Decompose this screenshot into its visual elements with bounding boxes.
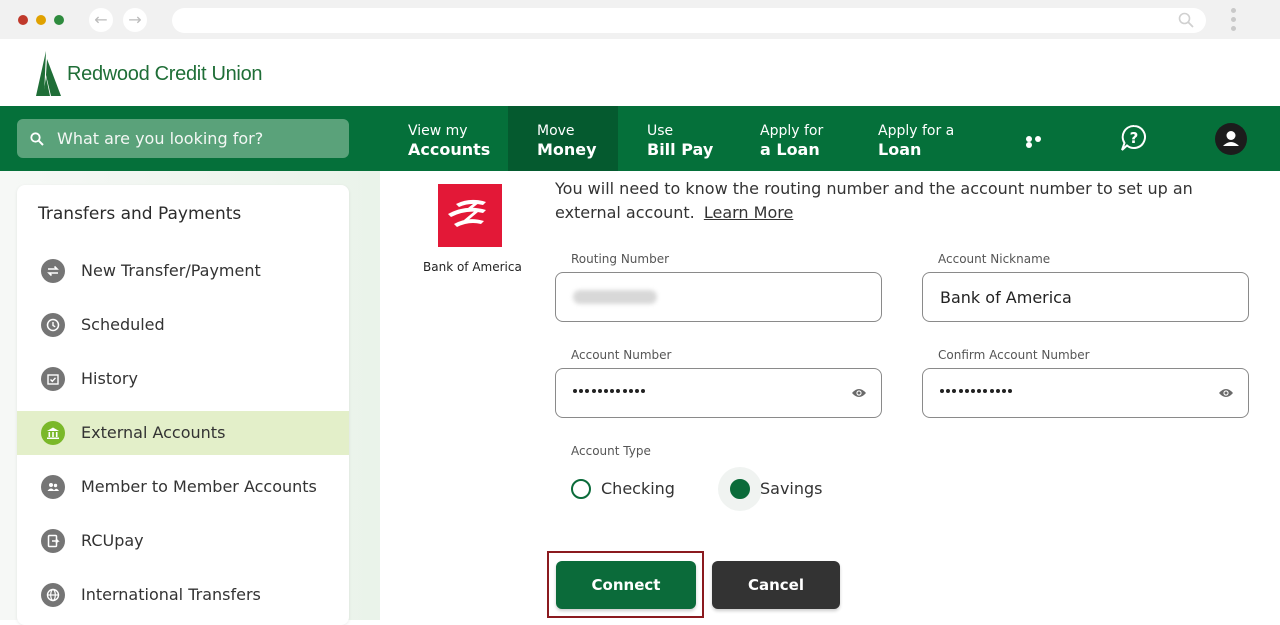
transfer-icon [41,259,65,283]
radio-circle [571,479,591,499]
account-number-field[interactable] [555,368,882,418]
chat-help-icon[interactable]: ? [1120,124,1148,154]
intro-message: You will need to know the routing number… [555,179,1193,222]
url-search-icon [1178,12,1194,28]
globe-icon [41,583,65,607]
sidebar-item-label: International Transfers [81,585,261,604]
radio-label: Checking [601,479,675,498]
nav-label-line1: Apply for a [878,123,955,139]
window-maximize-dot[interactable] [54,15,64,25]
connect-button[interactable]: Connect [556,561,696,609]
radio-circle [730,479,750,499]
routing-number-blurred-value [573,290,657,304]
clock-icon [41,313,65,337]
sidebar-item-label: External Accounts [81,423,226,442]
sidebar-item-new-transfer[interactable]: New Transfer/Payment [17,249,349,293]
sidebar-item-member-to-member[interactable]: Member to Member Accounts [17,465,349,509]
nav-move-money[interactable]: Move Money [508,106,618,171]
sidebar-item-international[interactable]: International Transfers [17,573,349,617]
nav-bill-pay[interactable]: Use Bill Pay [618,106,738,171]
bank-icon [41,421,65,445]
bank-name: Bank of America [423,260,522,274]
sidebar-item-label: History [81,369,138,388]
sidebar-item-rcupay[interactable]: RCUpay [17,519,349,563]
people-icon [41,475,65,499]
account-type-label: Account Type [571,444,651,458]
sidebar: Transfers and Payments New Transfer/Paym… [17,185,349,625]
nav-label-line1: View my [408,123,468,139]
eye-icon[interactable] [1218,387,1234,399]
routing-number-field[interactable] [555,272,882,322]
user-icon[interactable] [1215,123,1247,155]
brand-name[interactable]: Redwood Credit Union [67,63,263,86]
cancel-button[interactable]: Cancel [712,561,840,609]
sidebar-item-label: RCUpay [81,531,144,550]
confirm-account-number-label: Confirm Account Number [938,348,1090,362]
nav-label-line2: Bill Pay [647,140,714,159]
routing-number-label: Routing Number [571,252,670,266]
main-nav: View my Accounts Move Money Use Bill Pay… [0,106,1280,171]
sidebar-item-history[interactable]: History [17,357,349,401]
browser-chrome: ← → [0,0,1280,39]
nav-apply-loan[interactable]: Apply for a Loan [738,106,858,171]
account-nickname-value: Bank of America [940,288,1072,307]
search-input[interactable] [57,119,342,158]
calendar-check-icon [41,367,65,391]
window-close-dot[interactable] [18,15,28,25]
confirm-account-number-field[interactable] [922,368,1249,418]
site-header: Redwood Credit Union [0,39,1280,106]
eye-icon[interactable] [851,387,867,399]
search-box [17,119,349,158]
url-bar[interactable] [172,8,1206,33]
nav-label-line2: Money [537,140,597,159]
rcupay-icon [41,529,65,553]
nav-label-line1: Apply for [760,123,824,139]
browser-menu-icon[interactable] [1228,8,1238,34]
nav-label-line2: Accounts [408,140,491,159]
nav-label-line1: Use [647,123,674,139]
account-nickname-field[interactable]: Bank of America [922,272,1249,322]
more-icon[interactable] [1026,136,1050,148]
svg-text:?: ? [1130,129,1139,147]
window-minimize-dot[interactable] [36,15,46,25]
nav-label-line1: Move [537,123,575,139]
forward-arrow-icon[interactable]: → [123,8,147,32]
nav-apply-for-loan[interactable]: Apply for a Loan [858,106,988,171]
masked-value [940,389,1014,393]
sidebar-title: Transfers and Payments [38,204,242,224]
nav-view-accounts[interactable]: View my Accounts [396,106,508,171]
intro-text: You will need to know the routing number… [555,177,1255,225]
back-arrow-icon[interactable]: ← [89,8,113,32]
redwood-tree-logo-icon [36,51,61,96]
sidebar-item-label: Scheduled [81,315,165,334]
nav-label-line2: Loan [878,140,922,159]
learn-more-link[interactable]: Learn More [704,203,793,222]
sidebar-item-label: New Transfer/Payment [81,261,261,280]
sidebar-item-external-accounts[interactable]: External Accounts [17,411,349,455]
bank-of-america-logo-icon [438,184,502,247]
account-nickname-label: Account Nickname [938,252,1051,266]
sidebar-item-label: Member to Member Accounts [81,477,317,496]
search-icon [30,132,44,146]
nav-label-line2: a Loan [760,140,820,159]
sidebar-item-scheduled[interactable]: Scheduled [17,303,349,347]
account-number-label: Account Number [571,348,672,362]
masked-value [573,389,647,393]
radio-label: Savings [760,479,823,498]
